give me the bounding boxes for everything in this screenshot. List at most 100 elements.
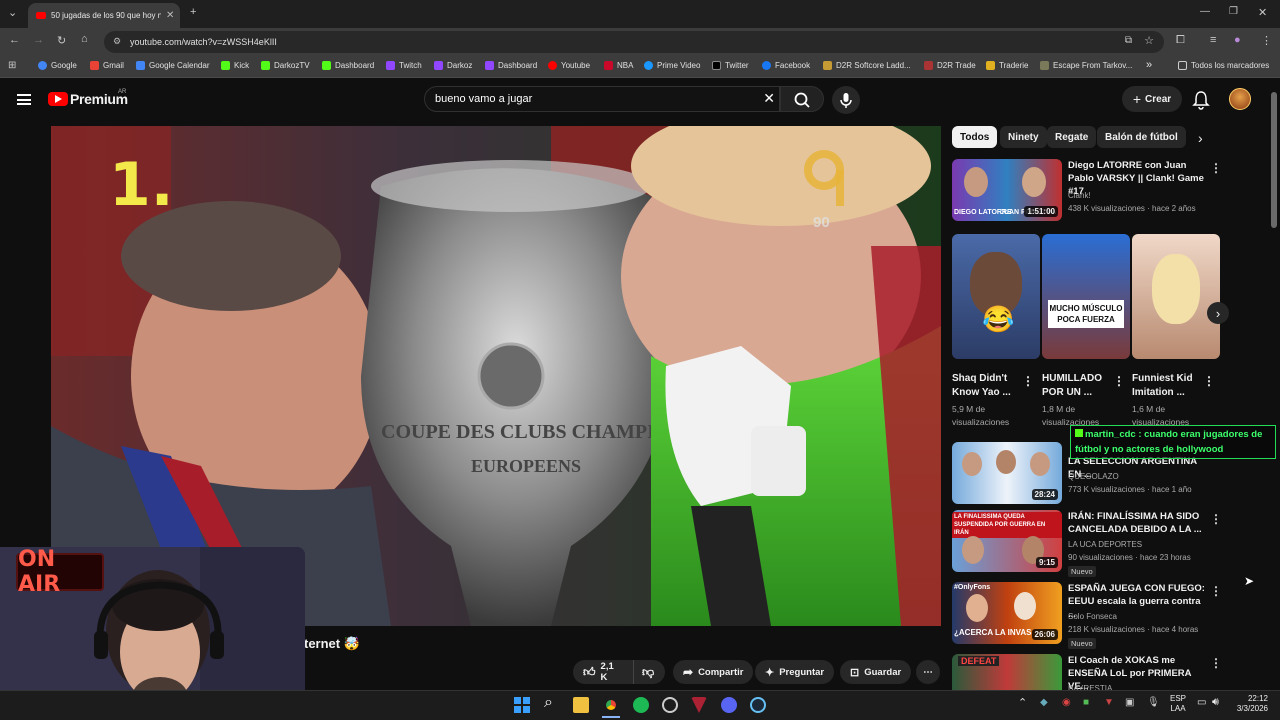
forward-icon[interactable]: →	[33, 34, 44, 46]
bookmark-darkoz[interactable]: Darkoz	[434, 61, 472, 70]
share-button[interactable]: ➦ Compartir	[673, 660, 754, 684]
bookmark-nba[interactable]: NBA	[604, 61, 633, 70]
rec-channel[interactable]: QUEGOLAZO	[1068, 470, 1119, 483]
rec-thumbnail[interactable]: #OnlyFons ¿ACERCA LA INVAS 26:06	[952, 582, 1062, 644]
back-icon[interactable]: ←	[9, 34, 20, 46]
page-scrollbar[interactable]	[1271, 92, 1277, 228]
chips-next-icon[interactable]: ›	[1198, 130, 1203, 146]
short-title-1[interactable]: Shaq Didn't Know Yao ...	[952, 372, 1024, 400]
chip-regate[interactable]: Regate	[1047, 126, 1097, 148]
short-title-2[interactable]: HUMILLADO POR UN ...	[1042, 372, 1114, 400]
account-avatar[interactable]	[1229, 88, 1251, 110]
bookmark-google[interactable]: Google	[38, 61, 77, 70]
home-icon[interactable]: ⌂	[81, 33, 88, 45]
menu-kebab-icon[interactable]: ⋮	[1261, 34, 1272, 47]
voice-search-button[interactable]	[832, 86, 860, 114]
windows-start-icon[interactable]	[514, 697, 530, 713]
extensions-icon[interactable]: ⧠	[1176, 34, 1185, 47]
short-menu-icon[interactable]: ⋮	[1113, 374, 1125, 388]
steam-icon[interactable]	[750, 697, 766, 713]
chrome-icon[interactable]	[603, 697, 619, 713]
language-indicator[interactable]: ESP LAA	[1170, 694, 1186, 714]
tray-app-icon[interactable]: ◆	[1040, 697, 1048, 708]
spotify-icon[interactable]	[633, 697, 649, 713]
clock[interactable]: 22:12 3/3/2026	[1232, 694, 1268, 714]
rec-thumbnail[interactable]: 28:24	[952, 442, 1062, 504]
tray-chevron-icon[interactable]: ⌃	[1018, 696, 1027, 709]
rec-channel[interactable]: Solo Fonseca	[1068, 610, 1117, 623]
short-thumbnail-2[interactable]: MUCHO MÚSCULO POCA FUERZA	[1042, 234, 1130, 359]
bookmark-kick[interactable]: Kick	[221, 61, 249, 70]
new-tab-icon[interactable]: +	[190, 6, 196, 18]
rec-thumbnail[interactable]: DEFEAT	[952, 654, 1062, 690]
tray-app-icon[interactable]: ▼	[1104, 697, 1114, 708]
site-info-icon[interactable]: ⚙	[113, 36, 121, 47]
bookmark-calendar[interactable]: Google Calendar	[136, 61, 209, 70]
create-button[interactable]: + Crear	[1122, 86, 1182, 112]
chip-ninety[interactable]: Ninety	[1000, 126, 1047, 148]
clear-search-icon[interactable]: ✕	[763, 90, 775, 107]
bookmark-prime-video[interactable]: Prime Video	[644, 61, 700, 70]
bookmark-gmail[interactable]: Gmail	[90, 61, 124, 70]
rec-title[interactable]: IRÁN: FINALÍSSIMA HA SIDO CANCELADA DEBI…	[1068, 510, 1208, 536]
rec-video-4[interactable]: #OnlyFons ¿ACERCA LA INVAS 26:06 ESPAÑA …	[952, 582, 1262, 649]
profile-icon[interactable]: ●	[1234, 34, 1241, 46]
like-button[interactable]: 👍︎ 2,1 K	[573, 660, 633, 684]
tab-list-chevron-icon[interactable]: ⌄	[8, 6, 17, 19]
apps-grid-icon[interactable]: ⊞	[8, 60, 16, 71]
youtube-logo-icon[interactable]	[48, 92, 68, 106]
bookmark-d2r-trade[interactable]: D2R Trade	[924, 61, 976, 70]
file-explorer-icon[interactable]	[573, 697, 589, 713]
short-menu-icon[interactable]: ⋮	[1203, 374, 1215, 388]
rec-menu-icon[interactable]: ⋮	[1210, 656, 1222, 670]
rec-menu-icon[interactable]: ⋮	[1210, 584, 1222, 598]
install-icon[interactable]: ⧉	[1125, 35, 1132, 46]
rec-menu-icon[interactable]: ⋮	[1210, 512, 1222, 526]
volume-icon[interactable]: 🔊︎	[1212, 696, 1219, 709]
dislike-button[interactable]: 👎︎	[633, 660, 665, 684]
tray-app-icon[interactable]: ◉	[1062, 697, 1071, 708]
rec-channel[interactable]: BAYRESTIA	[1068, 682, 1112, 690]
chip-balon[interactable]: Balón de fútbol	[1097, 126, 1186, 148]
chip-todos[interactable]: Todos	[952, 126, 998, 148]
save-button[interactable]: ⊡ Guardar	[840, 660, 912, 684]
discord-icon[interactable]	[721, 697, 737, 713]
short-title-3[interactable]: Funniest Kid Imitation ...	[1132, 372, 1204, 400]
tab-close-icon[interactable]: ✕	[166, 10, 174, 21]
bookmark-dashboard-kick[interactable]: Dashboard	[322, 61, 374, 70]
rec-thumbnail[interactable]: DIEGO LATORRE JUAN PABLO VA 1:51:00	[952, 159, 1062, 221]
rec-video-5[interactable]: DEFEAT El Coach de XOKAS me ENSEÑA LoL p…	[952, 654, 1262, 690]
bookmark-twitch[interactable]: Twitch	[386, 61, 422, 70]
more-bookmarks-button[interactable]: »	[1146, 59, 1152, 71]
obs-icon[interactable]	[662, 697, 678, 713]
bookmark-darkoztv[interactable]: DarkozTV	[261, 61, 310, 70]
bookmark-youtube[interactable]: Youtube	[548, 61, 590, 70]
search-taskbar-icon[interactable]: ⌕	[544, 694, 553, 712]
network-icon[interactable]: ▭	[1197, 697, 1206, 708]
rec-video-1[interactable]: DIEGO LATORRE JUAN PABLO VA 1:51:00 Dieg…	[952, 159, 1262, 225]
tray-app-icon[interactable]: ▣	[1125, 697, 1134, 708]
reload-icon[interactable]: ↻	[57, 34, 66, 47]
notifications-bell-icon[interactable]	[1192, 90, 1210, 110]
bookmark-facebook[interactable]: Facebook	[762, 61, 810, 70]
short-menu-icon[interactable]: ⋮	[1022, 374, 1034, 388]
bookmark-star-icon[interactable]: ☆	[1144, 34, 1154, 47]
minimize-icon[interactable]: —	[1200, 6, 1210, 17]
browser-tab-active[interactable]: 50 jugadas de los 90 que hoy n ✕	[28, 3, 180, 28]
bookmark-twitter[interactable]: Twitter	[712, 61, 749, 70]
hamburger-menu-icon[interactable]	[17, 94, 31, 105]
tray-app-icon[interactable]: ■	[1083, 697, 1089, 708]
tray-mic-icon[interactable]: 🎙︎	[1147, 697, 1160, 708]
rec-channel[interactable]: LA UCA DEPORTES	[1068, 538, 1142, 551]
search-button[interactable]	[780, 86, 824, 112]
more-actions-button[interactable]: ⋯	[916, 660, 940, 684]
shorts-next-button[interactable]: ›	[1207, 302, 1229, 324]
address-bar[interactable]: ⚙ youtube.com/watch?v=zWSSH4eKlII ⧉ ☆	[104, 31, 1164, 53]
all-bookmarks-folder[interactable]: Todos los marcadores	[1178, 61, 1269, 70]
short-thumbnail-1[interactable]: 😂	[952, 234, 1040, 359]
media-icon[interactable]: ≡	[1210, 34, 1216, 46]
bookmark-traderie[interactable]: Traderie	[986, 61, 1029, 70]
short-thumbnail-3[interactable]	[1132, 234, 1220, 359]
ask-button[interactable]: ✦ Preguntar	[755, 660, 835, 684]
search-input[interactable]: bueno vamo a jugar ✕	[424, 86, 780, 112]
